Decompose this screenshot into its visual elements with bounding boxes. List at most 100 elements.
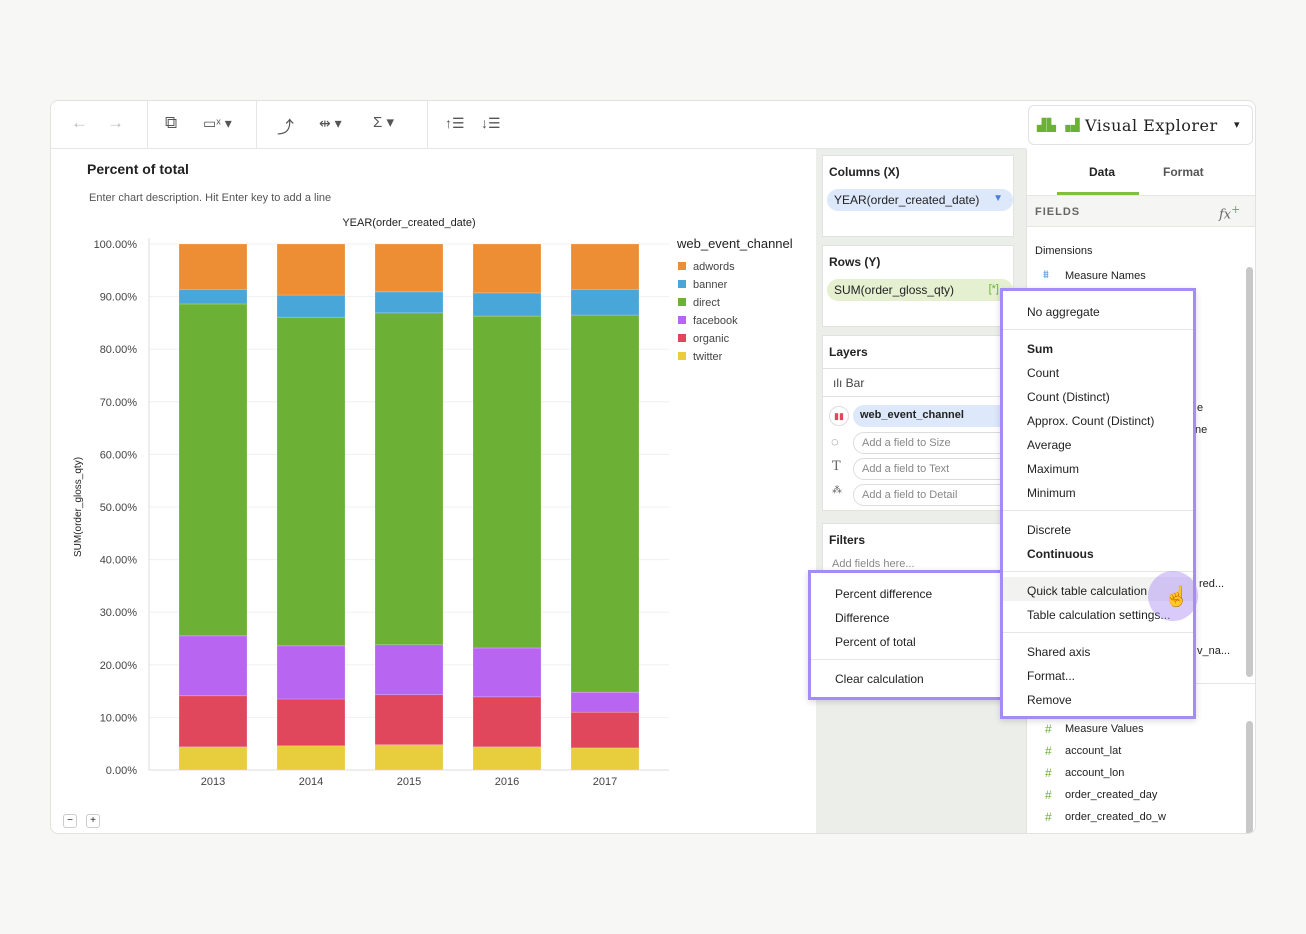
tab-format[interactable]: Format	[1163, 165, 1204, 179]
stacked-bar-chart: YEAR(order_created_date) SUM(order_gloss_…	[73, 217, 793, 788]
y-tick-label: 90.00%	[100, 292, 138, 304]
filters-drop-zone[interactable]: Add fields here...	[832, 558, 915, 570]
menu-item-discrete[interactable]: Discrete	[1027, 523, 1071, 537]
menu-item-table-calculation-settings[interactable]: Table calculation settings...	[1027, 608, 1170, 622]
y-tick-label: 60.00%	[100, 449, 138, 461]
bar-segment-facebook-2015	[374, 644, 444, 696]
brand-selector[interactable]: ▟▙ ▗▟ Visual Explorer ▾	[1028, 105, 1253, 145]
aggregate-icon[interactable]: Σ ▾	[373, 113, 394, 131]
x-tick-label: 2014	[299, 776, 323, 788]
legend-swatch-twitter	[678, 352, 686, 360]
menu-item-minimum[interactable]: Minimum	[1027, 486, 1076, 500]
menu-item-clear-calculation[interactable]: Clear calculation	[835, 672, 924, 686]
swap-axes-icon[interactable]: ⤴	[277, 113, 294, 138]
color-icon[interactable]: ▮▮	[829, 406, 849, 426]
menu-item-maximum[interactable]: Maximum	[1027, 462, 1079, 476]
legend-label-banner: banner	[693, 279, 728, 291]
sort-ascending-icon[interactable]: ↑☰	[445, 115, 465, 132]
menu-item-quick-table-calculation[interactable]: Quick table calculation	[1027, 584, 1147, 598]
fields-header: FIELDS	[1035, 206, 1081, 218]
color-pill[interactable]: web_event_channel	[853, 405, 1013, 427]
detail-icon: ⁂	[832, 485, 842, 496]
x-tick-label: 2016	[495, 776, 519, 788]
y-tick-label: 30.00%	[100, 607, 138, 619]
field-context-menu: No aggregate Sum Count Count (Distinct) …	[1000, 288, 1196, 719]
menu-item-percent-of-total[interactable]: Percent of total	[835, 635, 916, 649]
zoom-out-button[interactable]: −	[63, 814, 77, 828]
bar-segment-adwords-2015	[374, 243, 444, 293]
bar-segment-banner-2017	[570, 288, 640, 316]
legend-label-organic: organic	[693, 333, 730, 345]
menu-item-remove[interactable]: Remove	[1027, 693, 1072, 707]
bar-segment-banner-2015	[374, 291, 444, 314]
bar-segment-adwords-2016	[472, 243, 542, 294]
x-tick-label: 2015	[397, 776, 421, 788]
chevron-down-icon[interactable]: ▼	[993, 193, 1003, 204]
menu-item-continuous[interactable]: Continuous	[1027, 547, 1094, 561]
legend-label-adwords: adwords	[693, 261, 735, 273]
clear-chart-icon[interactable]: ▭ˣ ▾	[203, 115, 232, 132]
bar-segment-facebook-2017	[570, 691, 640, 713]
chart-description[interactable]: Enter chart description. Hit Enter key t…	[89, 192, 331, 204]
bar-segment-direct-2014	[276, 316, 346, 647]
scrollbar[interactable]	[1246, 267, 1253, 677]
menu-item-average[interactable]: Average	[1027, 438, 1071, 452]
bar-segment-organic-2017	[570, 711, 640, 749]
size-icon: ◌	[831, 434, 839, 449]
chart-title[interactable]: Percent of total	[87, 161, 189, 177]
numeric-field-icon: #	[1045, 788, 1052, 802]
field-item-partial: ne	[1195, 424, 1208, 436]
menu-item-count[interactable]: Count	[1027, 366, 1059, 380]
hand-cursor-icon: ☝	[1164, 586, 1189, 608]
menu-item-no-aggregate[interactable]: No aggregate	[1027, 305, 1100, 319]
field-item[interactable]: Measure Names	[1065, 270, 1146, 282]
numeric-field-icon: #	[1045, 744, 1052, 758]
columns-shelf: Columns (X) YEAR(order_created_date) ▼	[822, 155, 1014, 237]
duplicate-icon[interactable]: ⧉	[165, 113, 177, 133]
legend-label-direct: direct	[693, 297, 720, 309]
scrollbar[interactable]	[1246, 721, 1253, 833]
menu-item-percent-difference[interactable]: Percent difference	[835, 587, 932, 601]
brand-name: Visual Explorer	[1085, 115, 1218, 135]
field-item[interactable]: order_created_do_w	[1065, 811, 1166, 823]
forward-arrow-icon[interactable]: →	[107, 113, 124, 133]
size-slot[interactable]: Add a field to Size	[853, 432, 1013, 454]
menu-item-format[interactable]: Format...	[1027, 669, 1075, 683]
bar-segment-direct-2017	[570, 314, 640, 693]
field-item[interactable]: account_lat	[1065, 745, 1121, 757]
back-arrow-icon[interactable]: ←	[71, 113, 88, 133]
fit-icon[interactable]: ⇹ ▾	[319, 115, 342, 132]
zoom-in-button[interactable]: +	[86, 814, 100, 828]
text-slot[interactable]: Add a field to Text	[853, 458, 1013, 480]
quick-table-calc-submenu: Percent difference Difference Percent of…	[808, 570, 1002, 700]
menu-item-shared-axis[interactable]: Shared axis	[1027, 645, 1090, 659]
field-item[interactable]: account_lon	[1065, 767, 1124, 779]
y-tick-label: 100.00%	[94, 239, 138, 251]
bar-segment-banner-2014	[276, 294, 346, 318]
field-item[interactable]: Measure Values	[1065, 723, 1144, 735]
detail-slot[interactable]: Add a field to Detail	[853, 484, 1013, 506]
menu-item-count-distinct[interactable]: Count (Distinct)	[1027, 390, 1110, 404]
toolbar: ← → ⧉ ▭ˣ ▾ ⤴ ⇹ ▾ Σ ▾ ↑☰ ↓☰	[51, 101, 1026, 149]
menu-item-sum[interactable]: Sum	[1027, 342, 1053, 356]
bar-segment-direct-2015	[374, 312, 444, 646]
field-item[interactable]: order_created_day	[1065, 789, 1157, 801]
legend-label-facebook: facebook	[693, 315, 738, 327]
layers-card: Layers ılı Bar ▮▮ web_event_channel ◌ Ad…	[822, 335, 1014, 511]
menu-item-difference[interactable]: Difference	[835, 611, 889, 625]
bar-segment-facebook-2013	[178, 635, 248, 697]
legend-swatch-organic	[678, 334, 686, 342]
mark-type[interactable]: ılı Bar	[833, 376, 864, 390]
tab-data[interactable]: Data	[1089, 165, 1115, 179]
bar-segment-twitter-2014	[276, 745, 346, 771]
add-calculated-field-icon[interactable]: fx+	[1219, 203, 1240, 222]
bar-segment-banner-2013	[178, 288, 248, 305]
sort-descending-icon[interactable]: ↓☰	[481, 115, 501, 132]
field-item-partial: v_na...	[1197, 645, 1231, 657]
bar-segment-banner-2016	[472, 292, 542, 317]
columns-pill[interactable]: YEAR(order_created_date) ▼	[827, 189, 1013, 211]
bar-segment-direct-2016	[472, 315, 542, 649]
menu-item-approx-count-distinct[interactable]: Approx. Count (Distinct)	[1027, 414, 1154, 428]
rows-pill[interactable]: SUM(order_gloss_qty) [*]	[827, 279, 1013, 301]
legend-swatch-banner	[678, 280, 686, 288]
